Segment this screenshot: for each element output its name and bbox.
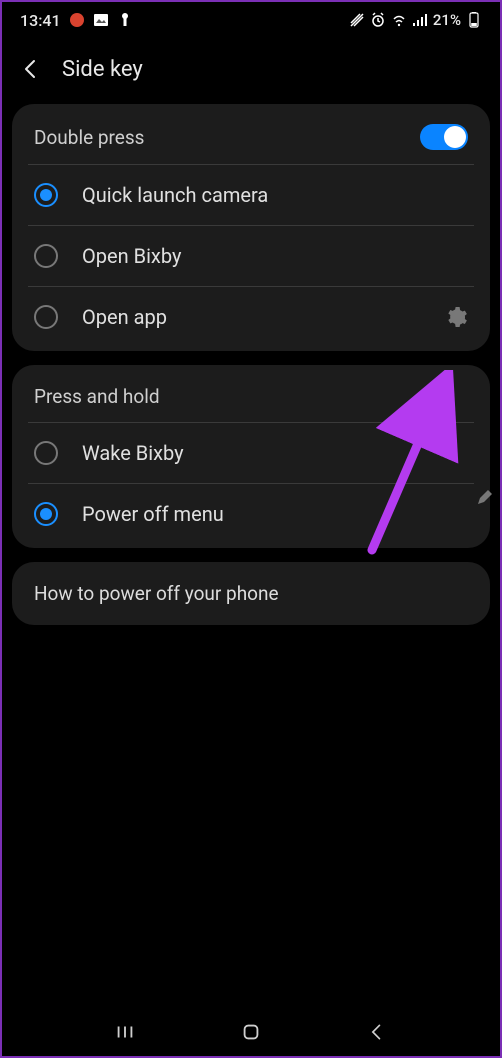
nav-back[interactable] xyxy=(365,1020,389,1044)
page-title: Side key xyxy=(62,57,143,82)
radio-row-wake-bixby[interactable]: Wake Bixby xyxy=(28,423,474,484)
double-press-header: Double press xyxy=(28,122,474,165)
wifi-icon xyxy=(391,12,407,28)
radio-label: Wake Bixby xyxy=(82,441,468,465)
header: Side key xyxy=(2,38,500,104)
battery-icon xyxy=(466,12,482,28)
status-time: 13:41 xyxy=(20,11,61,30)
gear-icon[interactable] xyxy=(444,305,468,329)
status-right: 21% xyxy=(349,11,482,29)
status-left: 13:41 xyxy=(20,11,133,30)
double-press-card: Double press Quick launch camera Open Bi… xyxy=(12,104,490,351)
nfc-icon xyxy=(349,12,365,28)
radio-icon xyxy=(34,244,58,268)
info-text: How to power off your phone xyxy=(34,582,468,605)
radio-icon xyxy=(34,441,58,465)
radio-icon xyxy=(34,305,58,329)
status-bar: 13:41 21% xyxy=(2,2,500,38)
press-hold-card: Press and hold Wake Bixby Power off menu xyxy=(12,365,490,548)
double-press-toggle[interactable] xyxy=(420,124,468,150)
radio-label: Open app xyxy=(82,305,420,329)
press-hold-title: Press and hold xyxy=(28,383,474,423)
double-press-title: Double press xyxy=(34,126,144,149)
signal-icon xyxy=(412,12,428,28)
nav-home[interactable] xyxy=(239,1020,263,1044)
radio-row-quick-launch-camera[interactable]: Quick launch camera xyxy=(28,165,474,226)
alarm-icon xyxy=(370,12,386,28)
radio-row-open-app[interactable]: Open app xyxy=(28,287,474,333)
app-icon-1 xyxy=(69,12,85,28)
radio-icon xyxy=(34,502,58,526)
back-icon[interactable] xyxy=(18,56,44,82)
battery-percent: 21% xyxy=(433,11,461,29)
radio-label: Quick launch camera xyxy=(82,183,468,207)
radio-row-open-bixby[interactable]: Open Bixby xyxy=(28,226,474,287)
radio-row-power-off-menu[interactable]: Power off menu xyxy=(28,484,474,530)
radio-label: Power off menu xyxy=(82,502,468,526)
info-card[interactable]: How to power off your phone xyxy=(12,562,490,625)
picture-icon xyxy=(93,12,109,28)
nav-bar xyxy=(2,1008,500,1056)
radio-label: Open Bixby xyxy=(82,244,468,268)
key-icon xyxy=(117,12,133,28)
pen-icon xyxy=(476,490,494,508)
nav-recents[interactable] xyxy=(113,1020,137,1044)
radio-icon xyxy=(34,183,58,207)
